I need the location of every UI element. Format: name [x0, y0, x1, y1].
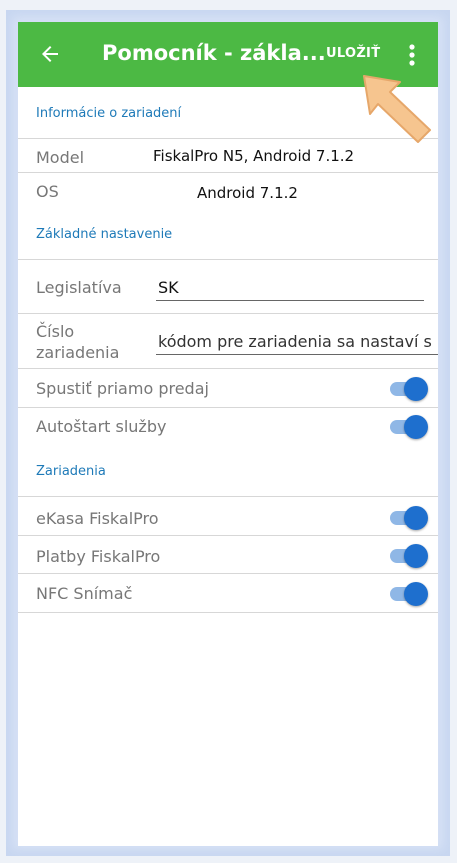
divider [18, 496, 438, 497]
autostart-label: Autoštart služby [36, 417, 167, 436]
legislation-input[interactable]: SK [158, 278, 179, 297]
ekasa-toggle[interactable] [388, 506, 428, 530]
divider [18, 535, 438, 536]
legislation-input-underline [156, 300, 424, 301]
direct-sale-label: Spustiť priamo predaj [36, 379, 209, 398]
divider [18, 368, 438, 369]
toggle-thumb [404, 544, 428, 568]
autostart-toggle[interactable] [388, 415, 428, 439]
toggle-thumb [404, 582, 428, 606]
model-value: FiskalPro N5, Android 7.1.2 [153, 147, 355, 165]
device-number-input[interactable]: kódom pre zariadenia sa nastaví s [158, 332, 432, 351]
device-number-input-underline [156, 354, 438, 355]
legislation-label: Legislatíva [36, 278, 122, 297]
arrow-left-icon[interactable] [38, 42, 62, 66]
section-heading-basic-settings: Základné nastavenie [36, 227, 173, 242]
section-heading-device-info: Informácie o zariadení [36, 106, 182, 121]
divider [18, 573, 438, 574]
divider [18, 612, 438, 613]
pointer-arrow-icon [363, 75, 431, 143]
toggle-thumb [404, 415, 428, 439]
model-label: Model [36, 148, 85, 167]
nfc-toggle[interactable] [388, 582, 428, 606]
device-number-label-line1: Číslo [36, 322, 75, 341]
divider [18, 259, 438, 260]
save-button[interactable]: ULOŽIŤ [326, 46, 380, 61]
divider [18, 407, 438, 408]
divider [18, 172, 438, 173]
toggle-thumb [404, 506, 428, 530]
divider [18, 313, 438, 314]
os-value: Android 7.1.2 [197, 184, 298, 202]
payments-toggle[interactable] [388, 544, 428, 568]
toggle-thumb [404, 377, 428, 401]
direct-sale-toggle[interactable] [388, 377, 428, 401]
app-screen: Pomocník - zákla... ULOŽIŤ Informácie o … [18, 22, 438, 846]
os-label: OS [36, 182, 59, 201]
page-title: Pomocník - zákla... [102, 41, 326, 65]
nfc-label: NFC Snímač [36, 584, 133, 603]
ekasa-label: eKasa FiskalPro [36, 509, 159, 528]
payments-label: Platby FiskalPro [36, 547, 161, 566]
device-number-label-line2: zariadenia [36, 343, 120, 362]
more-vert-icon[interactable] [402, 42, 422, 68]
section-heading-devices: Zariadenia [36, 464, 106, 479]
